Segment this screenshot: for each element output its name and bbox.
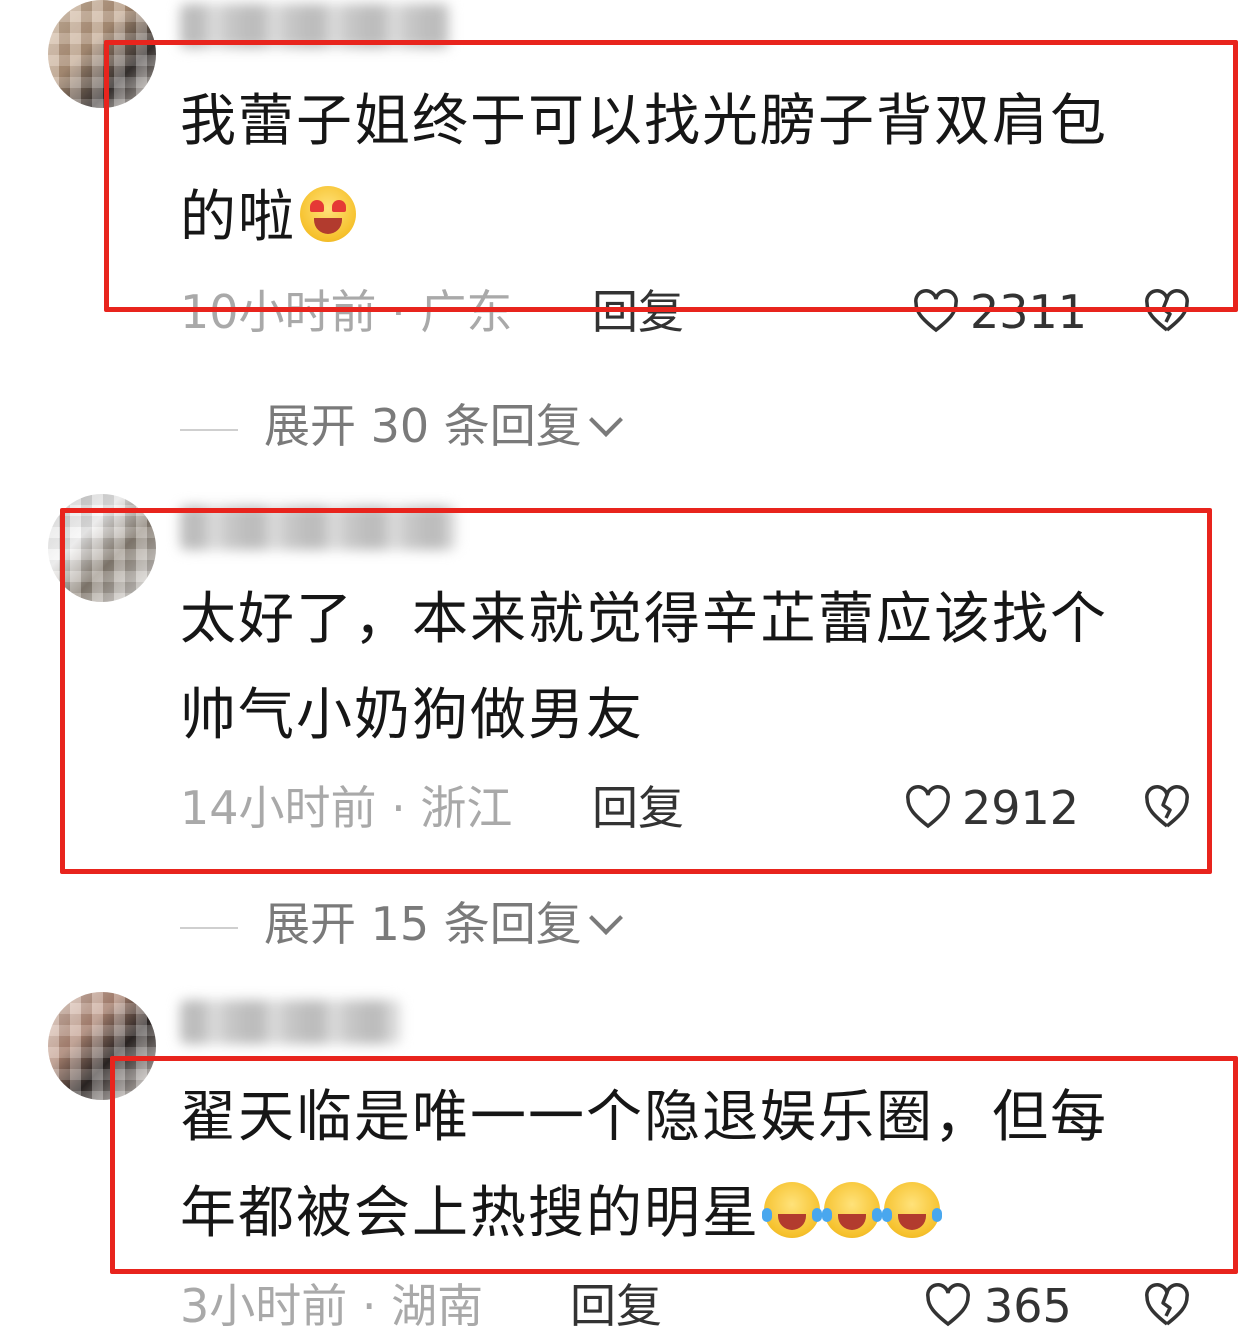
heart-icon[interactable] [924, 1282, 972, 1330]
broken-heart-icon[interactable] [1143, 1282, 1191, 1330]
divider [180, 428, 238, 431]
chevron-down-icon [588, 403, 623, 437]
expand-replies[interactable]: 展开 30 条回复 [180, 396, 623, 456]
expand-label: 展开 30 条回复 [264, 399, 582, 453]
username-blurred[interactable] [180, 1000, 400, 1044]
like-count: 365 [984, 1279, 1072, 1333]
reply-button[interactable]: 回复 [570, 1276, 662, 1336]
divider [180, 926, 238, 929]
highlight-box [60, 508, 1212, 874]
chevron-down-icon [588, 901, 623, 935]
expand-label: 展开 15 条回复 [264, 897, 582, 951]
comment-meta: 3小时前 · 湖南 [180, 1279, 484, 1333]
highlight-box [104, 40, 1238, 312]
highlight-box [110, 1056, 1238, 1274]
expand-replies[interactable]: 展开 15 条回复 [180, 894, 623, 954]
